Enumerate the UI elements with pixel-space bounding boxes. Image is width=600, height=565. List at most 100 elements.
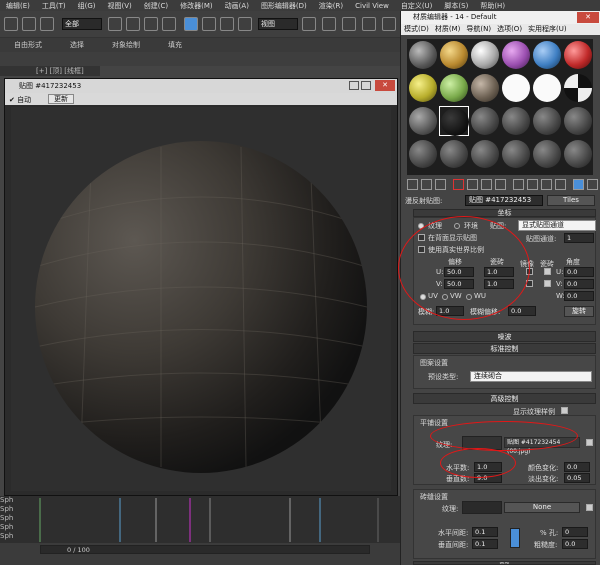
go-to-parent-icon[interactable]: [555, 179, 566, 190]
menu-customize[interactable]: 自定义(U): [395, 1, 439, 11]
menu-modifiers[interactable]: 修改器(M): [174, 1, 219, 11]
reference-coordinate-dropdown[interactable]: 视图: [258, 18, 298, 30]
vw-radio[interactable]: [442, 294, 448, 300]
sample-slot[interactable]: [439, 139, 469, 169]
color-variance-spinner[interactable]: 0.0: [564, 462, 590, 472]
map-channel-spinner[interactable]: 1: [564, 233, 594, 243]
show-end-result-icon[interactable]: [541, 179, 552, 190]
vertical-gap-spinner[interactable]: 0.1: [472, 539, 498, 549]
ribbon-populate-tab[interactable]: 填充: [154, 38, 196, 52]
pivot-icon[interactable]: [302, 17, 316, 31]
sample-slot[interactable]: [470, 106, 500, 136]
wu-radio[interactable]: [466, 294, 472, 300]
menu-edit[interactable]: 编辑(E): [0, 1, 36, 11]
snaps-toggle-icon[interactable]: [362, 17, 376, 31]
menu-civil-view[interactable]: Civil View: [349, 2, 395, 10]
horizontal-gap-spinner[interactable]: 0.1: [472, 527, 498, 537]
rotate-button[interactable]: 旋转: [564, 306, 594, 317]
map-type-button[interactable]: Tiles: [547, 195, 595, 206]
material-id-icon[interactable]: [513, 179, 524, 190]
sample-slot[interactable]: [532, 106, 562, 136]
move-icon[interactable]: [184, 17, 198, 31]
u-offset-spinner[interactable]: 50.0: [444, 267, 474, 277]
advanced-controls-rollout-header[interactable]: 高级控制: [413, 393, 596, 404]
blur-spinner[interactable]: 1.0: [436, 306, 464, 316]
menu-scripting[interactable]: 脚本(S): [438, 1, 474, 11]
u-tile-checkbox[interactable]: [544, 268, 551, 275]
fade-variance-spinner[interactable]: 0.05: [564, 473, 590, 483]
menu-tools[interactable]: 工具(T): [36, 1, 72, 11]
time-slider[interactable]: 0 / 100: [40, 545, 370, 554]
menu-group[interactable]: 组(G): [72, 1, 102, 11]
uv-radio[interactable]: [420, 294, 426, 300]
menu-animation[interactable]: 动画(A): [219, 1, 255, 11]
menu-help[interactable]: 帮助(H): [474, 1, 511, 11]
mapping-dropdown[interactable]: 显式贴图通道: [518, 220, 596, 231]
me-menu-navigation[interactable]: 导航(N): [463, 24, 494, 35]
sample-slot[interactable]: [408, 40, 438, 70]
ribbon-freeform-tab[interactable]: 自由形式: [0, 38, 56, 52]
copy-material-icon[interactable]: [467, 179, 478, 190]
vertical-count-spinner[interactable]: 9.0: [474, 473, 502, 483]
make-unique-icon[interactable]: [481, 179, 492, 190]
menu-create[interactable]: 创建(C): [138, 1, 174, 11]
select-object-icon[interactable]: [108, 17, 122, 31]
reset-map-icon[interactable]: [453, 179, 464, 190]
sample-slot-active[interactable]: [439, 106, 469, 136]
select-by-name-icon[interactable]: [126, 17, 140, 31]
me-menu-utilities[interactable]: 实用程序(U): [525, 24, 570, 35]
put-to-scene-icon[interactable]: [421, 179, 432, 190]
sample-slot[interactable]: [563, 139, 593, 169]
lock-gap-icon[interactable]: [510, 528, 520, 548]
assign-material-icon[interactable]: [435, 179, 446, 190]
sample-slot[interactable]: [501, 40, 531, 70]
grout-color-swatch[interactable]: [462, 501, 502, 514]
rect-selection-icon[interactable]: [144, 17, 158, 31]
environ-radio[interactable]: [454, 223, 460, 229]
sample-slot[interactable]: [408, 73, 438, 103]
me-menu-material[interactable]: 材质(M): [432, 24, 464, 35]
viewport-label[interactable]: [+] [顶] [线框]: [0, 66, 100, 76]
v-tile-checkbox[interactable]: [544, 280, 551, 287]
sample-slot[interactable]: [532, 73, 562, 103]
show-map-in-viewport-icon[interactable]: [527, 179, 538, 190]
standard-controls-rollout-header[interactable]: 标准控制: [413, 343, 596, 354]
misc-rollout-header[interactable]: 杂项: [413, 561, 596, 565]
menu-view[interactable]: 视图(V): [102, 1, 138, 11]
coordinates-rollout-header[interactable]: 坐标: [413, 209, 596, 217]
sample-slot[interactable]: [408, 106, 438, 136]
u-angle-spinner[interactable]: 0.0: [564, 267, 594, 277]
map-name-field[interactable]: 贴图 #417232453: [465, 195, 543, 206]
ribbon-object-paint-tab[interactable]: 对象绘制: [98, 38, 154, 52]
tile-texture-swatch[interactable]: [462, 436, 502, 450]
real-world-checkbox[interactable]: [418, 246, 425, 253]
rotate-icon[interactable]: [202, 17, 216, 31]
me-menu-mode[interactable]: 模式(D): [401, 24, 432, 35]
texture-radio[interactable]: [418, 223, 424, 229]
sample-slot[interactable]: [470, 73, 500, 103]
place-icon[interactable]: [238, 17, 252, 31]
w-angle-spinner[interactable]: 0.0: [564, 291, 594, 301]
ribbon-selection-tab[interactable]: 选择: [56, 38, 98, 52]
v-tiling-spinner[interactable]: 1.0: [484, 279, 514, 289]
u-tiling-spinner[interactable]: 1.0: [484, 267, 514, 277]
tile-texture-enable-checkbox[interactable]: [586, 439, 593, 446]
sample-slot[interactable]: [563, 40, 593, 70]
material-editor-close-icon[interactable]: ✕: [577, 12, 599, 23]
sample-slot[interactable]: [501, 139, 531, 169]
sample-slot[interactable]: [563, 106, 593, 136]
show-texture-swatches-checkbox[interactable]: [561, 407, 568, 414]
unlink-icon[interactable]: [40, 17, 54, 31]
sample-slot[interactable]: [501, 73, 531, 103]
maximize-icon[interactable]: [361, 81, 371, 90]
grout-texture-map-button[interactable]: None: [504, 502, 580, 513]
sample-slot[interactable]: [563, 73, 593, 103]
link-icon[interactable]: [22, 17, 36, 31]
preset-type-dropdown[interactable]: 连续砌合: [470, 371, 592, 382]
blur-offset-spinner[interactable]: 0.0: [508, 306, 536, 316]
put-to-library-icon[interactable]: [495, 179, 506, 190]
sample-slot[interactable]: [532, 40, 562, 70]
tile-texture-map-button[interactable]: 贴图 #417232454 (00.jpg): [504, 437, 580, 455]
sample-slot[interactable]: [408, 139, 438, 169]
sample-slot[interactable]: [439, 40, 469, 70]
